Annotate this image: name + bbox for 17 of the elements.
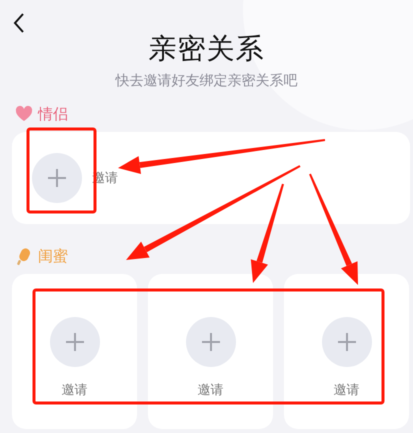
add-button[interactable]: [32, 153, 82, 203]
add-button[interactable]: [322, 317, 372, 367]
invite-label: 邀请: [334, 382, 360, 399]
plus-icon: [64, 332, 84, 352]
invite-label: 邀请: [198, 382, 224, 399]
section-label: 闺蜜: [38, 247, 68, 265]
page-title: 亲密关系: [148, 31, 266, 67]
add-button[interactable]: [50, 317, 100, 367]
plus-icon: [336, 332, 356, 352]
back-icon[interactable]: [12, 12, 26, 34]
plus-icon: [200, 332, 220, 352]
section-label: 情侣: [38, 105, 68, 123]
plus-icon: [47, 168, 67, 188]
add-button[interactable]: [186, 317, 236, 367]
page-subtitle: 快去邀请好友绑定亲密关系吧: [114, 72, 298, 90]
invite-label: 邀请: [62, 382, 88, 399]
heart-icon: [14, 104, 34, 124]
